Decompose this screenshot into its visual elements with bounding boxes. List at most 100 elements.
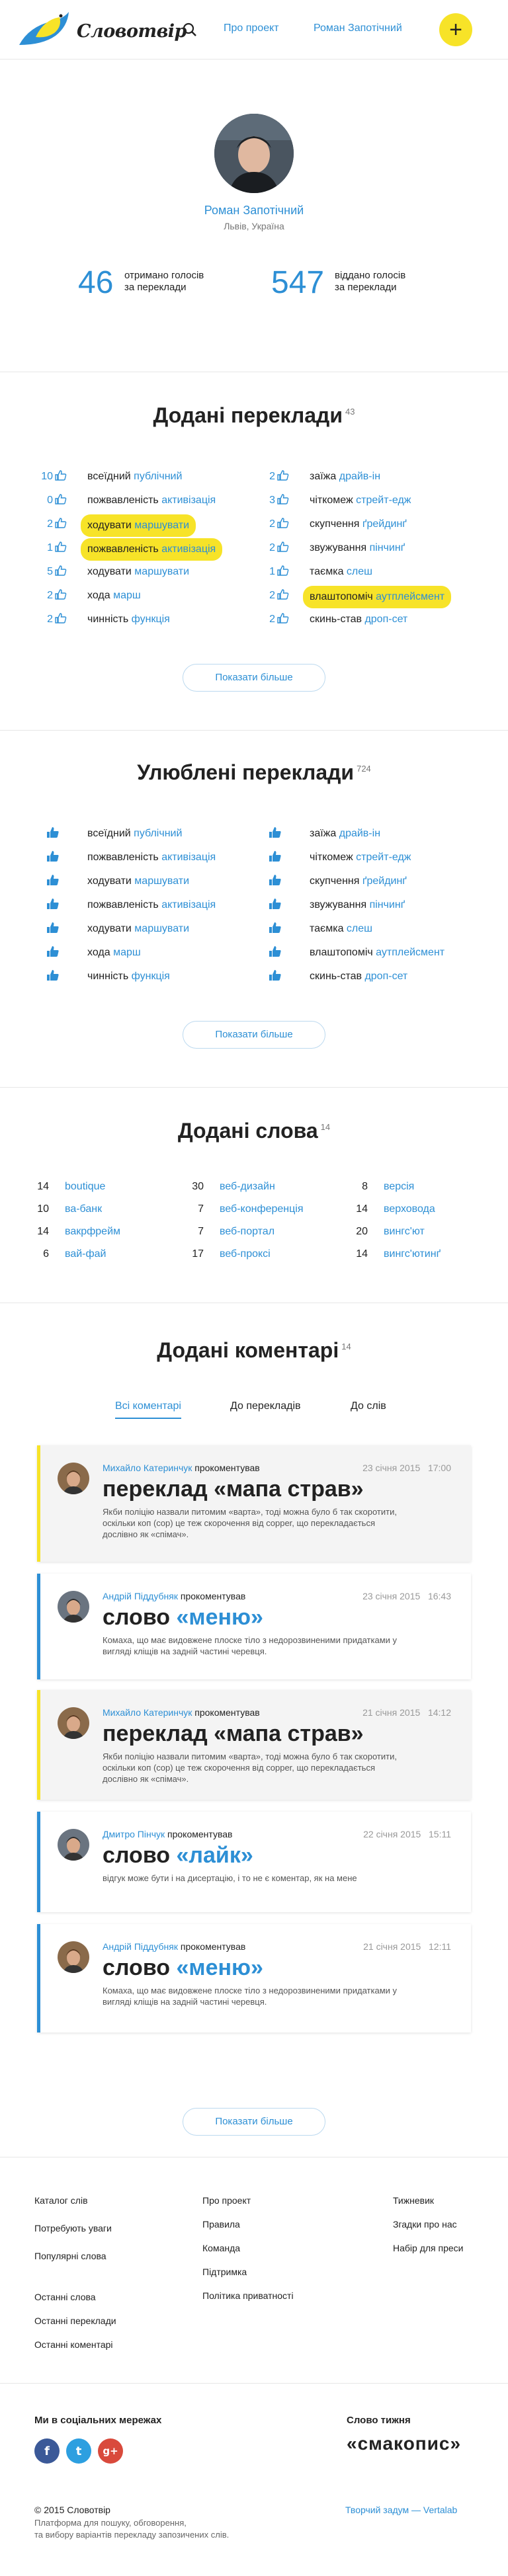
thumb-up-icon[interactable] (269, 897, 282, 909)
translation-row[interactable]: скинь-став дроп-сет (257, 967, 407, 986)
comment-card[interactable]: Михайло Катеринчук прокоментував 21 січня… (37, 1690, 471, 1800)
translation-pair[interactable]: ходувати маршувати (87, 562, 189, 582)
comment-subject[interactable]: переклад «мапа страв» (103, 1476, 364, 1502)
translation-link[interactable]: функція (132, 971, 170, 982)
show-more-button[interactable]: Показати більше (183, 1021, 325, 1049)
footer-link-needs-attention[interactable]: Потребують уваги (34, 2223, 112, 2234)
avatar[interactable] (58, 1829, 89, 1861)
translation-link[interactable]: функція (132, 614, 170, 625)
footer-link-popular[interactable]: Популярні слова (34, 2251, 106, 2261)
translation-pair[interactable]: заїжа драйв-ін (310, 467, 380, 487)
translation-link[interactable]: маршувати (134, 520, 189, 531)
translation-row[interactable]: скупчення ґрейдинґ (257, 871, 407, 891)
author-link[interactable]: Михайло Катеринчук (103, 1707, 192, 1718)
word-row[interactable]: 7 веб-портал (175, 1223, 275, 1240)
translation-row[interactable]: ходувати маршувати (34, 919, 189, 939)
translation-row[interactable]: 2 чинність функція (34, 610, 170, 629)
word-link[interactable]: верховода (384, 1203, 435, 1215)
word-row[interactable]: 17 веб-проксі (175, 1246, 271, 1263)
avatar[interactable] (58, 1707, 89, 1739)
translation-link[interactable]: дроп-сет (364, 971, 407, 982)
translation-link[interactable]: публічний (134, 828, 182, 839)
translation-pair[interactable]: звужування пінчинґ (310, 538, 405, 558)
thumb-up-icon[interactable] (269, 850, 282, 862)
thumb-up-icon[interactable] (277, 611, 289, 624)
translation-row[interactable]: 2 хода марш (34, 586, 141, 606)
translation-pair[interactable]: чіткомеж стрейт-едж (310, 848, 411, 867)
translation-link[interactable]: аутплейсмент (376, 947, 444, 958)
word-link[interactable]: вингс'ют (384, 1226, 425, 1237)
comment-subject[interactable]: переклад «мапа страв» (103, 1720, 364, 1747)
comment-card[interactable]: Андрій Піддубняк прокоментував 23 січня 2… (37, 1574, 471, 1679)
translation-link[interactable]: марш (113, 947, 141, 958)
tab-translation-comments[interactable]: До перекладів (230, 1400, 301, 1412)
thumb-up-icon[interactable] (277, 516, 289, 528)
thumb-up-icon[interactable] (55, 611, 67, 624)
footer-link-catalog[interactable]: Каталог слів (34, 2195, 88, 2206)
translation-link[interactable]: ґрейдинґ (362, 518, 407, 530)
comment-subject[interactable]: слово «меню» (103, 1604, 263, 1630)
word-link[interactable]: ва-банк (65, 1203, 102, 1215)
translation-pair[interactable]: ходувати маршувати (81, 514, 196, 537)
word-row[interactable]: 30 веб-дизайн (175, 1178, 275, 1195)
translation-link[interactable]: аутплейсмент (376, 591, 444, 602)
word-row[interactable]: 7 веб-конференція (175, 1201, 304, 1218)
word-row[interactable]: 14 вакрфрейм (20, 1223, 120, 1240)
footer-link-support[interactable]: Підтримка (202, 2267, 247, 2277)
author-link[interactable]: Михайло Катеринчук (103, 1463, 192, 1473)
profile-name[interactable]: Роман Запотічний (0, 204, 508, 218)
word-link[interactable]: веб-конференція (220, 1203, 304, 1215)
author-link[interactable]: Андрій Піддубняк (103, 1591, 178, 1601)
word-row[interactable]: 14 вингс'ютинґ (339, 1246, 441, 1263)
credit-link[interactable]: Творчий задум — Vertalab (345, 2505, 457, 2515)
thumb-up-icon[interactable] (55, 468, 67, 481)
thumb-up-icon[interactable] (46, 945, 60, 957)
translation-pair[interactable]: пожвавленість активізація (87, 848, 216, 867)
translation-row[interactable]: пожвавленість активізація (34, 848, 216, 867)
translation-pair[interactable]: скупчення ґрейдинґ (310, 871, 407, 891)
thumb-up-icon[interactable] (55, 587, 67, 600)
translation-pair[interactable]: хода марш (87, 943, 141, 963)
word-link[interactable]: веб-проксі (220, 1248, 271, 1260)
word-row[interactable]: 20 вингс'ют (339, 1223, 425, 1240)
thumb-up-icon[interactable] (277, 468, 289, 481)
thumb-up-icon[interactable] (46, 873, 60, 885)
translation-pair[interactable]: чіткомеж стрейт-едж (310, 491, 411, 510)
footer-link-latest-comments[interactable]: Останні коментарі (34, 2339, 113, 2350)
translation-link[interactable]: драйв-ін (339, 471, 380, 482)
logo[interactable]: Словотвір (16, 7, 187, 53)
comment-card[interactable]: Михайло Катеринчук прокоментував 23 січня… (37, 1445, 471, 1562)
thumb-up-icon[interactable] (269, 873, 282, 885)
translation-link[interactable]: активізація (161, 543, 216, 555)
translation-row[interactable]: пожвавленість активізація (34, 895, 216, 915)
translation-pair[interactable]: ходувати маршувати (87, 919, 189, 939)
translation-link[interactable]: активізація (161, 495, 216, 506)
facebook-icon[interactable]: f (34, 2438, 60, 2464)
word-row[interactable]: 10 ва-банк (20, 1201, 102, 1218)
thumb-up-icon[interactable] (46, 826, 60, 838)
translation-pair[interactable]: ходувати маршувати (87, 871, 189, 891)
translation-link[interactable]: маршувати (134, 923, 189, 934)
translation-link[interactable]: пінчинґ (370, 899, 405, 910)
translation-pair[interactable]: чинність функція (87, 610, 170, 629)
word-row[interactable]: 14 boutique (20, 1178, 105, 1195)
translation-row[interactable]: 1 таємка слеш (257, 562, 372, 582)
comment-card[interactable]: Дмитро Пінчук прокоментував 22 січня 2015… (37, 1812, 471, 1912)
translation-row[interactable]: 2 влаштопоміч аутплейсмент (257, 586, 452, 608)
tab-word-comments[interactable]: До слів (351, 1400, 386, 1412)
translation-pair[interactable]: таємка слеш (310, 562, 372, 582)
translation-row[interactable]: всеїдний публічний (34, 824, 182, 844)
translation-link[interactable]: слеш (347, 923, 372, 934)
footer-link-weekly[interactable]: Тижневик (393, 2195, 434, 2206)
translation-row[interactable]: таємка слеш (257, 919, 372, 939)
footer-link-press-mentions[interactable]: Згадки про нас (393, 2219, 457, 2230)
word-link[interactable]: веб-портал (220, 1226, 275, 1237)
translation-link[interactable]: слеш (347, 566, 372, 577)
translation-pair[interactable]: скупчення ґрейдинґ (310, 514, 407, 534)
thumb-up-icon[interactable] (55, 516, 67, 528)
thumb-up-icon[interactable] (46, 897, 60, 909)
translation-link[interactable]: дроп-сет (364, 614, 407, 625)
thumb-up-icon[interactable] (46, 921, 60, 933)
translation-row[interactable]: 3 чіткомеж стрейт-едж (257, 491, 411, 510)
footer-link-press-kit[interactable]: Набір для преси (393, 2243, 463, 2253)
